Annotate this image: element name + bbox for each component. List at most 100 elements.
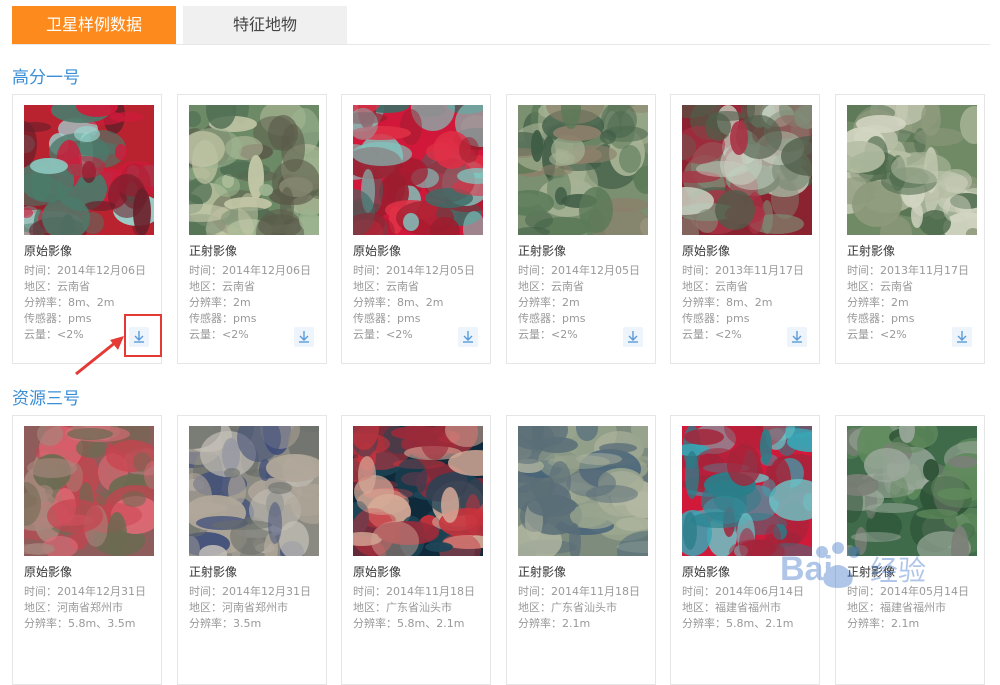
sample-card[interactable]: 正射影像时间：2013年11月17日 地区：云南省 分辨率：2m 传感器：pms 云量：… (835, 94, 985, 364)
sensor: 传感器：pms (353, 312, 421, 325)
thumbnail[interactable] (847, 105, 977, 235)
region: 地区：云南省 (682, 280, 748, 293)
card-title: 正射影像 (189, 244, 238, 258)
cloud-cover: 云量：<2% (518, 328, 578, 341)
satellite-thumbnail-image (24, 105, 154, 235)
card-title: 正射影像 (847, 244, 896, 258)
baidu-watermark-icon: Bai 经验 (780, 542, 926, 588)
download-button[interactable] (952, 327, 972, 347)
card-title: 原始影像 (353, 244, 402, 258)
sensor: 传感器：pms (847, 312, 915, 325)
region: 地区：云南省 (353, 280, 419, 293)
capture-time: 时间：2014年12月06日 (189, 264, 311, 277)
thumbnail[interactable] (24, 105, 154, 235)
region: 地区：河南省郑州市 (24, 601, 123, 614)
sample-card[interactable]: 正射影像时间：2014年12月31日 地区：河南省郑州市 分辨率：3.5m (177, 415, 327, 685)
resolution: 分辨率：2m (189, 296, 251, 309)
satellite-thumbnail-image (353, 426, 483, 556)
thumbnail[interactable] (518, 426, 648, 556)
download-icon (623, 327, 643, 347)
card-title: 原始影像 (24, 244, 73, 258)
satellite-thumbnail-image (353, 105, 483, 235)
satellite-thumbnail-image (518, 426, 648, 556)
resolution: 分辨率：5.8m、2.1m (353, 617, 465, 630)
region: 地区：云南省 (189, 280, 255, 293)
region: 地区：广东省汕头市 (518, 601, 617, 614)
capture-time: 时间：2014年12月06日 (24, 264, 146, 277)
region: 地区：云南省 (24, 280, 90, 293)
resolution: 分辨率：8m、2m (24, 296, 115, 309)
card-title: 原始影像 (682, 244, 731, 258)
satellite-thumbnail-image (189, 105, 319, 235)
capture-time: 时间：2014年12月31日 (24, 585, 146, 598)
capture-time: 时间：2013年11月17日 (682, 264, 804, 277)
download-icon (787, 327, 807, 347)
satellite-thumbnail-image (518, 105, 648, 235)
thumbnail[interactable] (518, 105, 648, 235)
resolution: 分辨率：8m、2m (682, 296, 773, 309)
capture-time: 时间：2014年12月05日 (353, 264, 475, 277)
satellite-thumbnail-image (189, 426, 319, 556)
card-title: 原始影像 (24, 565, 73, 579)
sensor: 传感器：pms (682, 312, 750, 325)
resolution: 分辨率：2m (847, 296, 909, 309)
capture-time: 时间：2014年11月18日 (353, 585, 475, 598)
capture-time: 时间：2013年11月17日 (847, 264, 969, 277)
sample-card[interactable]: 正射影像时间：2014年12月06日 地区：云南省 分辨率：2m 传感器：pms 云量：… (177, 94, 327, 364)
tab-satellite-samples[interactable]: 卫星样例数据 (12, 6, 176, 44)
sample-card[interactable]: 正射影像 时间：2014年12月05日 地区：云南省 分辨率：2m 传感器：pms 云量：… (506, 94, 656, 364)
section-title-gf1: 高分一号 (12, 68, 80, 88)
thumbnail[interactable] (682, 105, 812, 235)
cloud-cover: 云量：<2% (682, 328, 742, 341)
thumbnail[interactable] (353, 105, 483, 235)
region: 地区：云南省 (847, 280, 913, 293)
thumbnail[interactable] (24, 426, 154, 556)
region: 地区：广东省汕头市 (353, 601, 452, 614)
capture-time: 时间：2014年12月05日 (518, 264, 640, 277)
capture-time: 时间：2014年11月18日 (518, 585, 640, 598)
resolution: 分辨率：2.1m (847, 617, 920, 630)
svg-text:经验: 经验 (870, 554, 926, 587)
region: 地区：云南省 (518, 280, 584, 293)
sample-card[interactable]: 正射影像时间：2014年11月18日 地区：广东省汕头市 分辨率：2.1m (506, 415, 656, 685)
thumbnail[interactable] (189, 105, 319, 235)
region: 地区：福建省福州市 (682, 601, 781, 614)
sample-card[interactable]: 原始影像 时间：2014年12月05日 地区：云南省 分辨率：8m、2m 传感器：pms… (341, 94, 491, 364)
satellite-thumbnail-image (24, 426, 154, 556)
card-title: 原始影像 (682, 565, 731, 579)
svg-text:Bai: Bai (780, 550, 833, 588)
sensor: 传感器：pms (189, 312, 257, 325)
annotation-arrow-icon (75, 336, 124, 376)
download-button[interactable] (458, 327, 478, 347)
tab-feature-objects[interactable]: 特征地物 (183, 6, 347, 44)
resolution: 分辨率：3.5m (189, 617, 262, 630)
sensor: 传感器：pms (518, 312, 586, 325)
card-title: 正射影像 (189, 565, 238, 579)
tab-bar: 卫星样例数据 特征地物 (12, 6, 990, 45)
resolution: 分辨率：5.8m、3.5m (24, 617, 136, 630)
resolution: 分辨率：2.1m (518, 617, 591, 630)
card-title: 正射影像 (518, 565, 567, 579)
sample-card[interactable]: 原始影像时间：2014年11月18日 地区：广东省汕头市 分辨率：5.8m、2.1m (341, 415, 491, 685)
download-button[interactable] (294, 327, 314, 347)
download-button[interactable] (787, 327, 807, 347)
section-title-zy3: 资源三号 (12, 389, 80, 409)
region: 地区：河南省郑州市 (189, 601, 288, 614)
sample-card[interactable]: 原始影像时间：2013年11月17日 地区：云南省分辨率：8m、2m 传感器：pms… (670, 94, 820, 364)
cloud-cover: 云量：<2% (189, 328, 249, 341)
card-title: 原始影像 (353, 565, 402, 579)
download-button[interactable] (623, 327, 643, 347)
thumbnail[interactable] (189, 426, 319, 556)
download-icon (458, 327, 478, 347)
download-icon (294, 327, 314, 347)
card-title: 正射影像 (518, 244, 567, 258)
download-icon (952, 327, 972, 347)
capture-time: 时间：2014年12月31日 (189, 585, 311, 598)
cloud-cover: 云量：<2% (847, 328, 907, 341)
sensor: 传感器：pms (24, 312, 92, 325)
cloud-cover: 云量：<2% (353, 328, 413, 341)
satellite-thumbnail-image (682, 105, 812, 235)
thumbnail[interactable] (353, 426, 483, 556)
satellite-thumbnail-image (847, 105, 977, 235)
sample-card[interactable]: 原始影像时间：2014年12月31日 地区：河南省郑州市 分辨率：5.8m、3.5m (12, 415, 162, 685)
